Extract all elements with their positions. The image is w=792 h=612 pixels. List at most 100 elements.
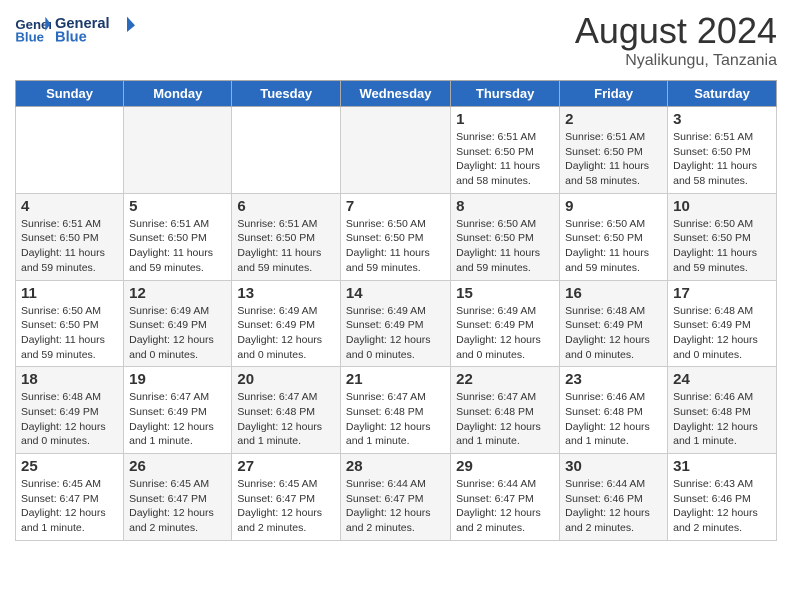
day-info: Sunrise: 6:48 AM Sunset: 6:49 PM Dayligh… — [565, 304, 662, 363]
day-info: Sunrise: 6:48 AM Sunset: 6:49 PM Dayligh… — [21, 390, 118, 449]
day-number: 8 — [456, 198, 554, 215]
calendar-header-monday: Monday — [124, 81, 232, 107]
day-info: Sunrise: 6:44 AM Sunset: 6:47 PM Dayligh… — [346, 477, 445, 536]
calendar-cell: 27Sunrise: 6:45 AM Sunset: 6:47 PM Dayli… — [232, 454, 341, 541]
day-info: Sunrise: 6:49 AM Sunset: 6:49 PM Dayligh… — [346, 304, 445, 363]
title-block: August 2024 Nyalikungu, Tanzania — [575, 10, 777, 70]
calendar-cell: 20 Sunrise: 6:47 AM Sunset: 6:48 PM Dayli… — [232, 367, 341, 454]
day-number: 15 — [456, 285, 554, 302]
day-info: Sunrise: 6:51 AM Sunset: 6:50 PM Dayligh… — [129, 217, 226, 276]
calendar-cell: 2 Sunrise: 6:51 AM Sunset: 6:50 PM Daylig… — [560, 107, 668, 194]
logo: General Blue General Blue — [15, 10, 135, 50]
calendar-cell: 14 Sunrise: 6:49 AM Sunset: 6:49 PM Dayli… — [340, 280, 450, 367]
day-info: Sunrise: 6:47 AM Sunset: 6:48 PM Dayligh… — [237, 390, 335, 449]
calendar-header-tuesday: Tuesday — [232, 81, 341, 107]
calendar-cell: 28 Sunrise: 6:44 AM Sunset: 6:47 PM Dayli… — [340, 454, 450, 541]
day-info: Sunrise: 6:48 AM Sunset: 6:49 PM Dayligh… — [673, 304, 771, 363]
day-info: Sunrise: 6:51 AM Sunset: 6:50 PM Dayligh… — [565, 130, 662, 189]
calendar-cell: 17 Sunrise: 6:48 AM Sunset: 6:49 PM Dayli… — [668, 280, 777, 367]
day-number: 23 — [565, 371, 662, 388]
day-info: Sunrise: 6:50 AM Sunset: 6:50 PM Dayligh… — [456, 217, 554, 276]
day-number: 9 — [565, 198, 662, 215]
month-year: August 2024 — [575, 10, 777, 52]
calendar-cell: 1 Sunrise: 6:51 AM Sunset: 6:50 PM Daylig… — [451, 107, 560, 194]
calendar-cell: 8 Sunrise: 6:50 AM Sunset: 6:50 PM Daylig… — [451, 193, 560, 280]
calendar-cell: 29 Sunrise: 6:44 AM Sunset: 6:47 PM Dayli… — [451, 454, 560, 541]
logo-bird-icon: General Blue — [55, 10, 135, 50]
day-number: 27 — [237, 458, 335, 475]
day-info: Sunrise: 6:49 AM Sunset: 6:49 PM Dayligh… — [129, 304, 226, 363]
calendar-cell: 25 Sunrise: 6:45 AM Sunset: 6:47 PM Dayli… — [16, 454, 124, 541]
calendar-cell: 12 Sunrise: 6:49 AM Sunset: 6:49 PM Dayli… — [124, 280, 232, 367]
day-number: 16 — [565, 285, 662, 302]
calendar-week-4: 18 Sunrise: 6:48 AM Sunset: 6:49 PM Dayli… — [16, 367, 777, 454]
day-number: 7 — [346, 198, 445, 215]
calendar-header-thursday: Thursday — [451, 81, 560, 107]
calendar-cell: 4Sunrise: 6:51 AM Sunset: 6:50 PM Daylig… — [16, 193, 124, 280]
day-info: Sunrise: 6:46 AM Sunset: 6:48 PM Dayligh… — [673, 390, 771, 449]
calendar-cell — [340, 107, 450, 194]
day-info: Sunrise: 6:45 AM Sunset: 6:47 PM Dayligh… — [21, 477, 118, 536]
calendar-cell: 11 Sunrise: 6:50 AM Sunset: 6:50 PM Dayli… — [16, 280, 124, 367]
day-number: 14 — [346, 285, 445, 302]
day-info: Sunrise: 6:47 AM Sunset: 6:48 PM Dayligh… — [346, 390, 445, 449]
calendar-header-friday: Friday — [560, 81, 668, 107]
location: Nyalikungu, Tanzania — [575, 52, 777, 70]
day-info: Sunrise: 6:44 AM Sunset: 6:47 PM Dayligh… — [456, 477, 554, 536]
calendar-cell: 24 Sunrise: 6:46 AM Sunset: 6:48 PM Dayli… — [668, 367, 777, 454]
calendar-cell: 5 Sunrise: 6:51 AM Sunset: 6:50 PM Daylig… — [124, 193, 232, 280]
day-number: 5 — [129, 198, 226, 215]
day-number: 12 — [129, 285, 226, 302]
calendar-cell: 6 Sunrise: 6:51 AM Sunset: 6:50 PM Daylig… — [232, 193, 341, 280]
day-info: Sunrise: 6:47 AM Sunset: 6:49 PM Dayligh… — [129, 390, 226, 449]
calendar-cell — [16, 107, 124, 194]
day-number: 28 — [346, 458, 445, 475]
calendar-header-sunday: Sunday — [16, 81, 124, 107]
day-number: 25 — [21, 458, 118, 475]
day-info: Sunrise: 6:51 AM Sunset: 6:50 PM Dayligh… — [237, 217, 335, 276]
day-number: 26 — [129, 458, 226, 475]
day-number: 11 — [21, 285, 118, 302]
day-number: 4 — [21, 198, 118, 215]
day-info: Sunrise: 6:50 AM Sunset: 6:50 PM Dayligh… — [673, 217, 771, 276]
calendar-header-wednesday: Wednesday — [340, 81, 450, 107]
day-number: 22 — [456, 371, 554, 388]
day-number: 18 — [21, 371, 118, 388]
day-info: Sunrise: 6:49 AM Sunset: 6:49 PM Dayligh… — [456, 304, 554, 363]
day-number: 6 — [237, 198, 335, 215]
calendar-cell: 16 Sunrise: 6:48 AM Sunset: 6:49 PM Dayli… — [560, 280, 668, 367]
day-number: 2 — [565, 111, 662, 128]
calendar-header-saturday: Saturday — [668, 81, 777, 107]
day-number: 31 — [673, 458, 771, 475]
day-info: Sunrise: 6:50 AM Sunset: 6:50 PM Dayligh… — [565, 217, 662, 276]
day-number: 17 — [673, 285, 771, 302]
day-number: 29 — [456, 458, 554, 475]
calendar-cell: 3 Sunrise: 6:51 AM Sunset: 6:50 PM Daylig… — [668, 107, 777, 194]
calendar-week-5: 25 Sunrise: 6:45 AM Sunset: 6:47 PM Dayli… — [16, 454, 777, 541]
calendar-cell — [232, 107, 341, 194]
day-info: Sunrise: 6:51 AM Sunset: 6:50 PM Dayligh… — [673, 130, 771, 189]
svg-text:Blue: Blue — [15, 29, 44, 44]
day-number: 3 — [673, 111, 771, 128]
calendar: SundayMondayTuesdayWednesdayThursdayFrid… — [15, 80, 777, 541]
calendar-cell: 9 Sunrise: 6:50 AM Sunset: 6:50 PM Daylig… — [560, 193, 668, 280]
day-info: Sunrise: 6:47 AM Sunset: 6:48 PM Dayligh… — [456, 390, 554, 449]
calendar-header-row: SundayMondayTuesdayWednesdayThursdayFrid… — [16, 81, 777, 107]
calendar-cell: 15 Sunrise: 6:49 AM Sunset: 6:49 PM Dayli… — [451, 280, 560, 367]
day-info: Sunrise: 6:44 AM Sunset: 6:46 PM Dayligh… — [565, 477, 662, 536]
day-number: 20 — [237, 371, 335, 388]
calendar-cell: 23Sunrise: 6:46 AM Sunset: 6:48 PM Dayli… — [560, 367, 668, 454]
calendar-week-2: 4 Sunrise: 6:51 AM Sunset: 6:50 PM Daylig… — [16, 193, 777, 280]
day-number: 1 — [456, 111, 554, 128]
calendar-cell: 21 Sunrise: 6:47 AM Sunset: 6:48 PM Dayli… — [340, 367, 450, 454]
day-info: Sunrise: 6:50 AM Sunset: 6:50 PM Dayligh… — [21, 304, 118, 363]
day-info: Sunrise: 6:51 AM Sunset: 6:50 PM Dayligh… — [456, 130, 554, 189]
header: General Blue General Blue August 2024 Ny… — [15, 10, 777, 70]
day-number: 24 — [673, 371, 771, 388]
day-info: Sunrise: 6:43 AM Sunset: 6:46 PM Dayligh… — [673, 477, 771, 536]
day-number: 21 — [346, 371, 445, 388]
calendar-cell: 31 Sunrise: 6:43 AM Sunset: 6:46 PM Dayli… — [668, 454, 777, 541]
calendar-week-1: 1 Sunrise: 6:51 AM Sunset: 6:50 PM Daylig… — [16, 107, 777, 194]
calendar-cell: 10Sunrise: 6:50 AM Sunset: 6:50 PM Dayli… — [668, 193, 777, 280]
calendar-week-3: 11 Sunrise: 6:50 AM Sunset: 6:50 PM Dayli… — [16, 280, 777, 367]
